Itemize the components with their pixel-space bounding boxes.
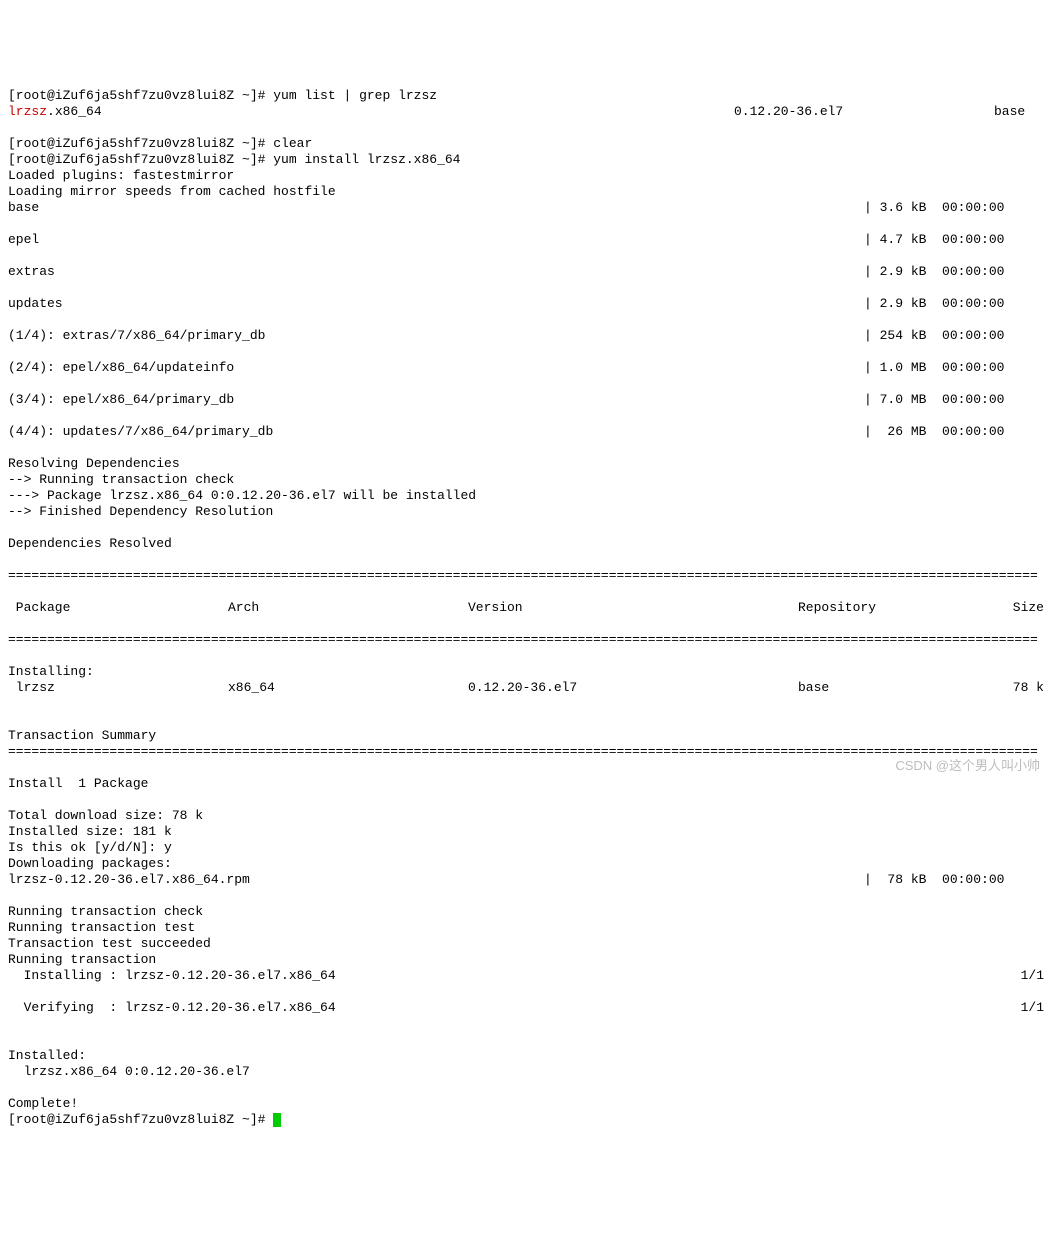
prompt: [root@iZuf6ja5shf7zu0vz8lui8Z ~]# (8, 1112, 273, 1127)
output-line: Transaction test succeeded (8, 936, 211, 951)
pkg-version: 0.12.20-36.el7 (734, 104, 994, 120)
command: yum install lrzsz.x86_64 (273, 152, 460, 167)
output-line: Resolving Dependencies (8, 456, 180, 471)
prompt: [root@iZuf6ja5shf7zu0vz8lui8Z ~]# (8, 136, 273, 151)
watermark: CSDN @这个男人叫小帅 (895, 758, 1040, 774)
output-line: Loaded plugins: fastestmirror (8, 168, 234, 183)
pkg-suffix: .x86_64 (47, 104, 102, 119)
fetch-row: (3/4): epel/x86_64/primary_db| 7.0 MB 00… (8, 392, 1044, 408)
output-line: Complete! (8, 1096, 78, 1111)
verify-step: Verifying : lrzsz-0.12.20-36.el7.x86_641… (8, 1000, 1044, 1016)
table-header: PackageArchVersionRepositorySize (8, 600, 1044, 616)
blank-line (8, 520, 16, 535)
fetch-row: (4/4): updates/7/x86_64/primary_db| 26 M… (8, 424, 1044, 440)
blank-line (8, 712, 16, 727)
blank-line (8, 552, 16, 567)
output-line: Downloading packages: (8, 856, 172, 871)
output-line: ---> Package lrzsz.x86_64 0:0.12.20-36.e… (8, 488, 476, 503)
repo-row: base| 3.6 kB 00:00:00 (8, 200, 1044, 216)
repo-row: epel| 4.7 kB 00:00:00 (8, 232, 1044, 248)
table-row: lrzszx86_640.12.20-36.el7base78 k (8, 680, 1044, 696)
output-line: Running transaction test (8, 920, 195, 935)
output-line: Loading mirror speeds from cached hostfi… (8, 184, 336, 199)
output-line: Running transaction check (8, 904, 203, 919)
pkg-repo: base (994, 104, 1044, 120)
output-line: lrzsz.x86_64 0:0.12.20-36.el7 (8, 1064, 250, 1079)
repo-row: extras| 2.9 kB 00:00:00 (8, 264, 1044, 280)
cursor-icon (273, 1113, 281, 1127)
output-line: Running transaction (8, 952, 156, 967)
prompt: [root@iZuf6ja5shf7zu0vz8lui8Z ~]# (8, 88, 273, 103)
install-step: Installing : lrzsz-0.12.20-36.el7.x86_64… (8, 968, 1044, 984)
download-row: lrzsz-0.12.20-36.el7.x86_64.rpm| 78 kB 0… (8, 872, 1044, 888)
terminal-output[interactable]: [root@iZuf6ja5shf7zu0vz8lui8Z ~]# yum li… (8, 72, 1044, 1128)
pkg-name: lrzsz (8, 104, 47, 119)
output-line: Dependencies Resolved (8, 536, 172, 551)
blank-line (8, 1080, 16, 1095)
repo-row: updates| 2.9 kB 00:00:00 (8, 296, 1044, 312)
section-label: Installed: (8, 1048, 86, 1063)
fetch-row: (2/4): epel/x86_64/updateinfo| 1.0 MB 00… (8, 360, 1044, 376)
prompt: [root@iZuf6ja5shf7zu0vz8lui8Z ~]# (8, 152, 273, 167)
list-row: lrzsz.x86_64 0.12.20-36.el7base (8, 104, 1044, 120)
output-line: --> Running transaction check (8, 472, 234, 487)
command: clear (273, 136, 312, 151)
confirm-prompt: Is this ok [y/d/N]: y (8, 840, 172, 855)
output-line: --> Finished Dependency Resolution (8, 504, 273, 519)
output-line: Install 1 Package (8, 776, 148, 791)
separator: ========================================… (8, 744, 1044, 760)
blank-line (8, 792, 16, 807)
fetch-row: (1/4): extras/7/x86_64/primary_db| 254 k… (8, 328, 1044, 344)
command: yum list | grep lrzsz (273, 88, 437, 103)
output-line: Total download size: 78 k (8, 808, 203, 823)
section-label: Installing: (8, 664, 94, 679)
separator: ========================================… (8, 568, 1044, 584)
output-line: Installed size: 181 k (8, 824, 172, 839)
section-label: Transaction Summary (8, 728, 156, 743)
separator: ========================================… (8, 632, 1044, 648)
blank-line (8, 1032, 16, 1047)
